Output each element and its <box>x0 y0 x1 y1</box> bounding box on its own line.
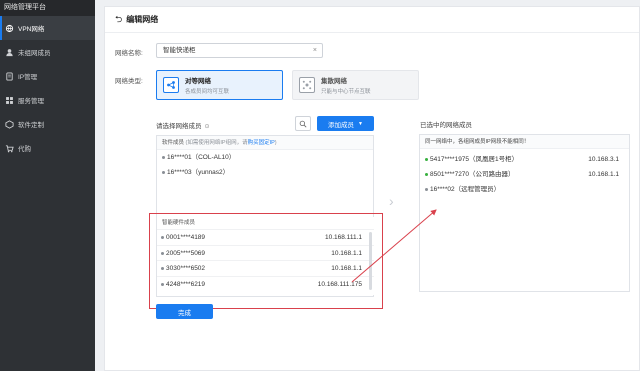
network-name-label: 网络名称: <box>115 50 143 57</box>
type-option-peer[interactable]: 对等网络 各成员间均可互联 <box>156 70 283 100</box>
software-header-suffix: ) <box>274 140 277 146</box>
member-name: 16****03（yunnas2） <box>167 169 230 176</box>
back-arrow-icon[interactable]: ⮌ <box>115 12 122 28</box>
sidebar-item-label: IP管理 <box>18 74 38 81</box>
sidebar: 网络管理平台 VPN网络 未组网成员 IP管理 服务管理 软件定制 代购 <box>0 0 95 371</box>
selected-members-panel: 同一网络中，各组网成员IP网段不能相同！ 5417****1975（凤凰居1号柜… <box>419 134 630 292</box>
sidebar-item-label: 代购 <box>18 146 31 153</box>
vpn-icon <box>4 23 14 33</box>
chevron-down-icon: ▼ <box>358 120 363 127</box>
list-item[interactable]: 16****02（远程管理员） <box>420 182 629 197</box>
network-type-label: 网络类型: <box>115 78 143 85</box>
sidebar-item-ip-management[interactable]: IP管理 <box>0 64 95 88</box>
service-icon <box>4 95 14 105</box>
member-ip: 10.168.1.1 <box>588 171 619 178</box>
type-title: 集散网络 <box>321 78 347 85</box>
member-ip: 10.168.3.1 <box>588 156 619 163</box>
members-section-title: 请选择网络成员 ⊙ <box>156 120 210 130</box>
type-subtitle: 各成员间均可互联 <box>185 89 230 95</box>
online-status-dot <box>425 173 428 176</box>
eye-icon[interactable]: ⊙ <box>205 124 210 130</box>
type-title: 对等网络 <box>185 78 211 85</box>
sidebar-item-software-customization[interactable]: 软件定制 <box>0 112 95 136</box>
search-button[interactable] <box>295 116 311 131</box>
type-subtitle: 只能与中心节点互联 <box>321 89 371 95</box>
page-title: 编辑网络 <box>126 15 159 24</box>
buy-fixed-ip-link[interactable]: 购买固定IP <box>248 140 275 146</box>
member-name: 8501****7270（公司路由器） <box>430 171 515 178</box>
sidebar-item-label: 未组网成员 <box>18 50 51 57</box>
done-button[interactable]: 完成 <box>156 304 213 319</box>
status-dot <box>425 188 428 191</box>
add-member-label: 添加成员 <box>328 121 355 129</box>
member-name: 16****02（远程管理员） <box>430 186 501 193</box>
member-name: 5417****1975（凤凰居1号柜） <box>430 156 519 163</box>
clear-icon[interactable]: × <box>313 44 317 57</box>
add-member-button[interactable]: 添加成员 ▼ <box>317 116 374 131</box>
software-header-label: 软件成员 <box>162 140 185 146</box>
ip-icon <box>4 71 14 81</box>
sidebar-item-purchase[interactable]: 代购 <box>0 136 95 160</box>
sidebar-item-label: 软件定制 <box>18 122 44 129</box>
selected-members-note: 同一网络中，各组网成员IP网段不能相同！ <box>420 135 629 149</box>
list-item[interactable]: 5417****1975（凤凰居1号柜） 10.168.3.1 <box>420 152 629 167</box>
network-name-input[interactable]: 智能快递柜 × <box>156 43 323 58</box>
sidebar-item-label: 服务管理 <box>18 98 44 105</box>
highlight-frame <box>149 213 383 309</box>
software-header-hint: (如需使用网络IP组网，请 <box>185 140 248 146</box>
search-icon <box>299 120 307 127</box>
peer-network-icon <box>163 77 179 93</box>
list-item[interactable]: 16****03（yunnas2） <box>157 165 373 180</box>
list-item[interactable]: 8501****7270（公司路由器） 10.168.1.1 <box>420 167 629 182</box>
chevron-right-icon[interactable]: › <box>389 193 394 209</box>
selected-members-title: 已选中的网络成员 <box>420 122 472 129</box>
type-option-hub[interactable]: 集散网络 只能与中心节点互联 <box>292 70 419 100</box>
status-dot <box>162 156 165 159</box>
member-name: 16****01（COL-AL10） <box>167 154 236 161</box>
online-status-dot <box>425 158 428 161</box>
list-item[interactable]: 16****01（COL-AL10） <box>157 150 373 165</box>
sidebar-item-vpn[interactable]: VPN网络 <box>0 16 95 40</box>
user-icon <box>4 47 14 57</box>
network-name-value: 智能快递柜 <box>163 47 196 54</box>
sidebar-item-service-management[interactable]: 服务管理 <box>0 88 95 112</box>
status-dot <box>162 171 165 174</box>
software-icon <box>4 119 14 129</box>
page-header: ⮌ 编辑网络 <box>105 7 639 33</box>
brand-title: 网络管理平台 <box>0 0 95 16</box>
cart-icon <box>4 143 14 153</box>
sidebar-item-ungrouped-members[interactable]: 未组网成员 <box>0 40 95 64</box>
hub-network-icon <box>299 77 315 93</box>
software-members-header: 软件成员 (如需使用网络IP组网，请购买固定IP) <box>157 136 373 150</box>
members-title-text: 请选择网络成员 <box>156 123 202 130</box>
sidebar-item-label: VPN网络 <box>18 26 45 33</box>
